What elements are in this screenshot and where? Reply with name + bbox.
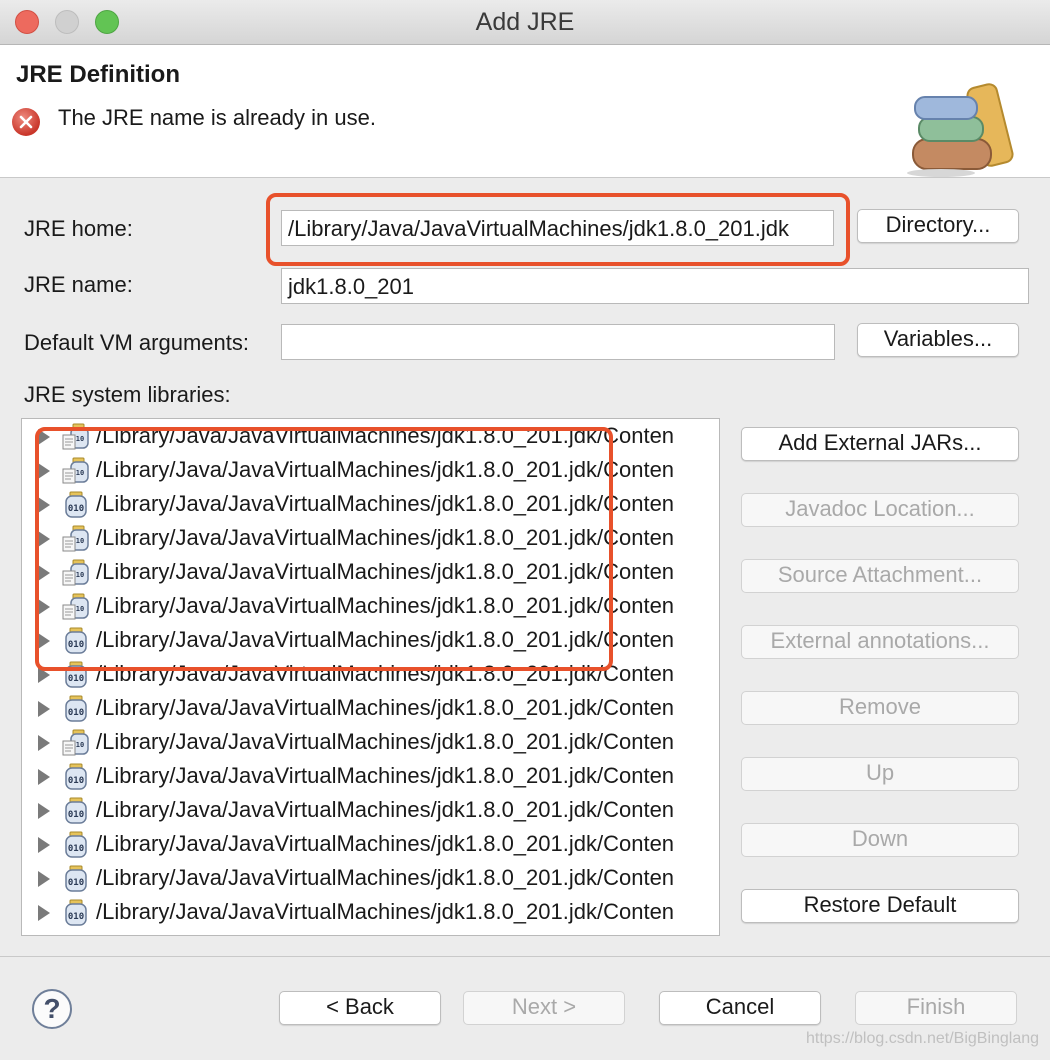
finish-button[interactable]: Finish — [855, 991, 1017, 1025]
expand-arrow-icon[interactable] — [38, 701, 50, 717]
restore-default-button[interactable]: Restore Default — [741, 889, 1019, 923]
library-path: /Library/Java/JavaVirtualMachines/jdk1.8… — [96, 695, 675, 720]
help-icon[interactable]: ? — [32, 989, 72, 1029]
svg-text:010: 010 — [68, 810, 84, 820]
error-circle-x-icon — [12, 108, 40, 136]
svg-text:010: 010 — [68, 912, 84, 922]
directory-button[interactable]: Directory... — [857, 209, 1019, 243]
svg-text:010: 010 — [68, 776, 84, 786]
vm-args-label: Default VM arguments: — [24, 330, 249, 355]
library-row[interactable]: 010/Library/Java/JavaVirtualMachines/jdk… — [22, 862, 719, 896]
expand-arrow-icon[interactable] — [38, 905, 50, 921]
down-button[interactable]: Down — [741, 823, 1019, 857]
watermark: https://blog.csdn.net/BigBinglang — [806, 1030, 1040, 1047]
highlight-box-libraries — [35, 427, 613, 671]
source-attachment-button[interactable]: Source Attachment... — [741, 559, 1019, 593]
external-annotations-button[interactable]: External annotations... — [741, 625, 1019, 659]
svg-text:010: 010 — [68, 844, 84, 854]
wizard-header: JRE Definition The JRE name is already i… — [0, 45, 1050, 178]
jar-icon: 010 — [62, 865, 90, 898]
svg-text:010: 010 — [68, 674, 84, 684]
svg-text:010: 010 — [68, 708, 84, 718]
page-title: JRE Definition — [16, 61, 181, 88]
title-bar: Add JRE — [0, 0, 1050, 45]
svg-text:010: 010 — [68, 878, 84, 888]
library-row[interactable]: 010/Library/Java/JavaVirtualMachines/jdk… — [22, 794, 719, 828]
jar-icon: 010 — [62, 695, 90, 728]
expand-arrow-icon[interactable] — [38, 769, 50, 785]
source-jar-icon: 10 — [62, 729, 90, 762]
cancel-button[interactable]: Cancel — [659, 991, 821, 1025]
library-path: /Library/Java/JavaVirtualMachines/jdk1.8… — [96, 831, 675, 856]
footer-divider — [0, 956, 1050, 957]
remove-button[interactable]: Remove — [741, 691, 1019, 725]
library-path: /Library/Java/JavaVirtualMachines/jdk1.8… — [96, 763, 675, 788]
jar-icon: 010 — [62, 899, 90, 932]
library-row-partial — [22, 930, 719, 935]
expand-arrow-icon[interactable] — [38, 871, 50, 887]
library-row[interactable]: 10/Library/Java/JavaVirtualMachines/jdk1… — [22, 726, 719, 760]
javadoc-location-button[interactable]: Javadoc Location... — [741, 493, 1019, 527]
window-title: Add JRE — [475, 8, 575, 36]
error-message: The JRE name is already in use. — [58, 105, 376, 130]
library-path: /Library/Java/JavaVirtualMachines/jdk1.8… — [96, 899, 675, 924]
expand-arrow-icon[interactable] — [38, 803, 50, 819]
svg-text:10: 10 — [76, 741, 84, 749]
expand-arrow-icon[interactable] — [38, 837, 50, 853]
jar-icon: 010 — [62, 763, 90, 796]
up-button[interactable]: Up — [741, 757, 1019, 791]
back-button[interactable]: < Back — [279, 991, 441, 1025]
library-row[interactable]: 010/Library/Java/JavaVirtualMachines/jdk… — [22, 692, 719, 726]
highlight-box-jre-home — [266, 193, 850, 266]
variables-button[interactable]: Variables... — [857, 323, 1019, 357]
jre-home-label: JRE home: — [24, 216, 133, 241]
next-button[interactable]: Next > — [463, 991, 625, 1025]
books-icon — [905, 67, 1030, 182]
jar-icon: 010 — [62, 797, 90, 830]
library-path: /Library/Java/JavaVirtualMachines/jdk1.8… — [96, 797, 675, 822]
add-external-jars-button[interactable]: Add External JARs... — [741, 427, 1019, 461]
libraries-label: JRE system libraries: — [24, 382, 231, 407]
jar-icon: 010 — [62, 831, 90, 864]
library-row[interactable]: 010/Library/Java/JavaVirtualMachines/jdk… — [22, 828, 719, 862]
expand-arrow-icon[interactable] — [38, 735, 50, 751]
library-path: /Library/Java/JavaVirtualMachines/jdk1.8… — [96, 729, 675, 754]
vm-args-field[interactable] — [281, 324, 835, 360]
library-path: /Library/Java/JavaVirtualMachines/jdk1.8… — [96, 865, 675, 890]
jre-name-field[interactable]: jdk1.8.0_201 — [281, 268, 1029, 304]
library-row[interactable]: 010/Library/Java/JavaVirtualMachines/jdk… — [22, 896, 719, 930]
library-row[interactable]: 010/Library/Java/JavaVirtualMachines/jdk… — [22, 760, 719, 794]
jre-name-label: JRE name: — [24, 272, 133, 297]
